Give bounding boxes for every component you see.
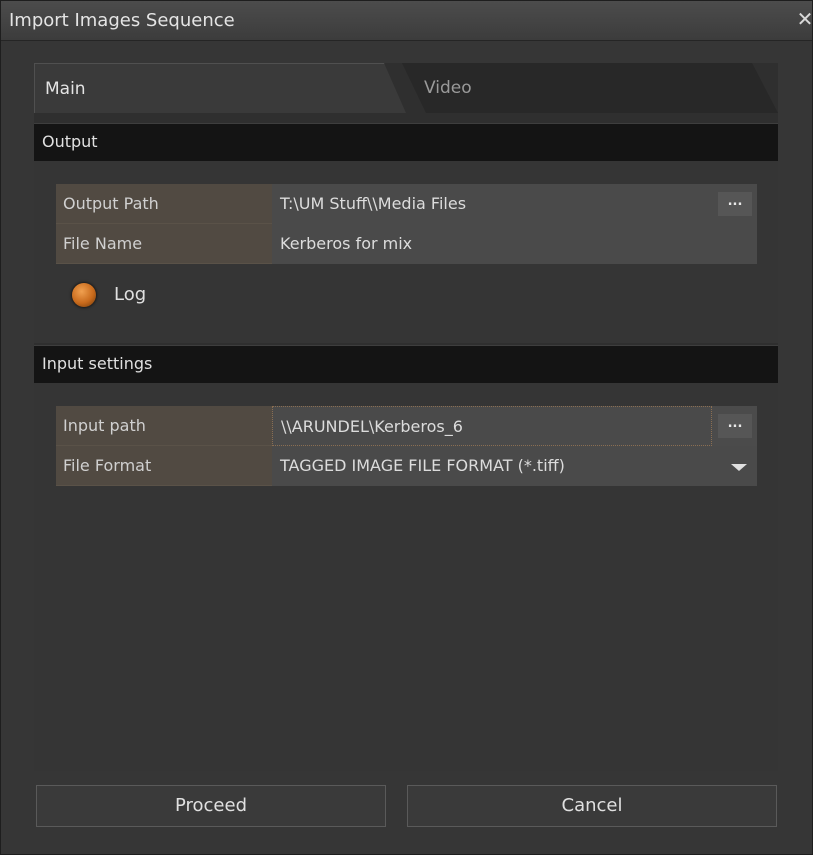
chevron-down-icon[interactable] bbox=[731, 464, 747, 471]
file-name-label: File Name bbox=[56, 224, 272, 264]
cancel-button[interactable]: Cancel bbox=[407, 785, 777, 827]
output-section-body: Output Path T:\UM Stuff\\Media Files ...… bbox=[34, 161, 778, 343]
log-radio-button[interactable] bbox=[72, 283, 96, 307]
file-format-select[interactable]: TAGGED IMAGE FILE FORMAT (*.tiff) bbox=[272, 446, 757, 486]
proceed-button[interactable]: Proceed bbox=[36, 785, 386, 827]
tab-main[interactable]: Main bbox=[34, 63, 406, 113]
input-path-browse-button[interactable]: ... bbox=[718, 414, 752, 438]
import-images-sequence-dialog: Import Images Sequence ✕ Main Video Outp… bbox=[0, 0, 813, 855]
log-label: Log bbox=[114, 284, 147, 305]
output-path-row: Output Path T:\UM Stuff\\Media Files ... bbox=[56, 184, 757, 224]
window-title: Import Images Sequence bbox=[9, 10, 235, 31]
file-name-field[interactable]: Kerberos for mix bbox=[272, 224, 757, 264]
output-path-label: Output Path bbox=[56, 184, 272, 224]
output-path-field[interactable]: T:\UM Stuff\\Media Files bbox=[272, 184, 757, 224]
input-path-label: Input path bbox=[56, 406, 272, 446]
input-path-row: Input path \\ARUNDEL\Kerberos_6 ... bbox=[56, 406, 757, 446]
output-path-browse-button[interactable]: ... bbox=[718, 192, 752, 216]
output-properties: Output Path T:\UM Stuff\\Media Files ...… bbox=[56, 184, 757, 264]
file-format-label: File Format bbox=[56, 446, 272, 486]
input-settings-section-header: Input settings bbox=[34, 345, 778, 383]
tab-bar: Main Video bbox=[34, 63, 778, 113]
tab-video[interactable]: Video bbox=[402, 63, 778, 113]
file-name-row: File Name Kerberos for mix bbox=[56, 224, 757, 264]
input-properties: Input path \\ARUNDEL\Kerberos_6 ... File… bbox=[56, 406, 757, 486]
input-settings-section-body: Input path \\ARUNDEL\Kerberos_6 ... File… bbox=[34, 383, 778, 771]
file-format-row: File Format TAGGED IMAGE FILE FORMAT (*.… bbox=[56, 446, 757, 486]
input-path-field[interactable]: \\ARUNDEL\Kerberos_6 bbox=[272, 406, 712, 446]
title-bar[interactable]: Import Images Sequence ✕ bbox=[1, 1, 813, 41]
close-icon[interactable]: ✕ bbox=[796, 9, 813, 29]
output-section-header: Output bbox=[34, 123, 778, 161]
dialog-content: Main Video Output Output Path T:\UM Stuf… bbox=[34, 63, 778, 771]
